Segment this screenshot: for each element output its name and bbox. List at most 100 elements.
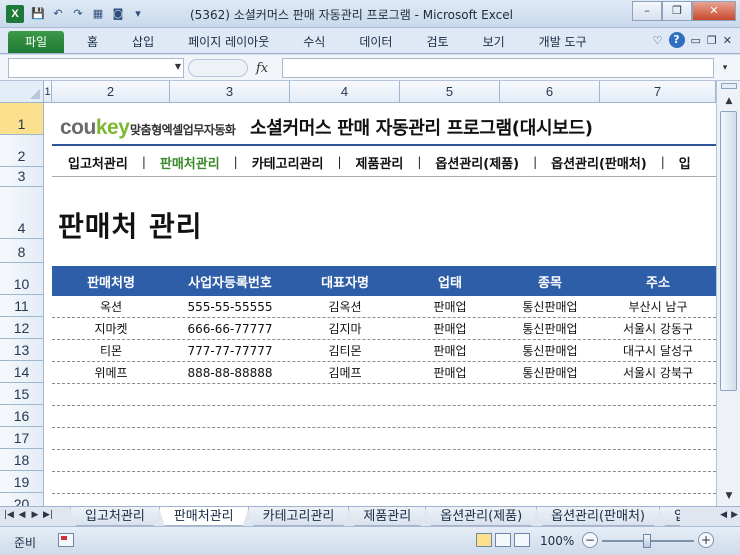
nav-link[interactable]: 입 (665, 153, 705, 172)
workbook-restore-icon[interactable]: ❐ (707, 34, 717, 47)
table-cell[interactable]: 옥션 (52, 296, 170, 317)
ribbon-tab[interactable]: 홈 (70, 33, 115, 51)
split-handle[interactable] (721, 83, 737, 89)
formula-input[interactable] (282, 58, 714, 78)
row-header[interactable]: 14 (0, 361, 44, 383)
table-cell[interactable] (400, 406, 500, 427)
row-header[interactable]: 15 (0, 383, 44, 405)
table-cell[interactable] (400, 384, 500, 405)
ribbon-tab[interactable]: 수식 (286, 33, 342, 51)
table-cell[interactable] (52, 472, 170, 493)
column-header[interactable]: 1 (44, 81, 52, 103)
nav-link[interactable]: 판매처관리 (146, 153, 234, 172)
table-cell[interactable]: 판매업 (400, 318, 500, 339)
close-button[interactable]: ✕ (692, 1, 736, 21)
excel-app-icon[interactable]: X (6, 5, 24, 23)
table-cell[interactable]: 서울시 강동구 (600, 318, 716, 339)
macro-record-icon[interactable] (58, 533, 74, 547)
workbook-minimize-icon[interactable]: ▭ (691, 34, 701, 47)
table-cell[interactable]: 판매업 (400, 362, 500, 383)
table-cell[interactable] (600, 406, 716, 427)
next-sheet-icon[interactable]: ▶ (30, 510, 40, 520)
table-cell[interactable] (290, 428, 400, 449)
table-cell[interactable] (400, 472, 500, 493)
help-icon[interactable]: ? (668, 32, 685, 48)
table-cell[interactable] (600, 384, 716, 405)
select-all-corner[interactable] (0, 81, 44, 103)
column-header[interactable]: 3 (170, 81, 290, 103)
collapse-ribbon-icon[interactable]: ♡ (653, 34, 663, 47)
nav-link[interactable]: 입고처관리 (52, 153, 142, 172)
sheet-tab[interactable]: 입 (659, 507, 680, 526)
row-header[interactable]: 1 (0, 103, 44, 135)
row-header[interactable]: 19 (0, 471, 44, 493)
table-cell[interactable]: 777-77-77777 (170, 340, 290, 361)
row-header[interactable]: 18 (0, 449, 44, 471)
worksheet-grid[interactable]: coukey 맞춤형엑셀업무자동화 소셜커머스 판매 자동관리 프로그램(대시보… (0, 81, 716, 506)
table-cell[interactable]: 통신판매업 (500, 340, 600, 361)
table-cell[interactable] (600, 450, 716, 471)
sheet-tab[interactable]: 카테고리관리 (248, 507, 350, 526)
row-header[interactable]: 20 (0, 493, 44, 506)
sheet-tab[interactable]: 옵션관리(판매처) (536, 507, 660, 526)
prev-sheet-icon[interactable]: ◀ (17, 510, 27, 520)
ribbon-tab[interactable]: 보기 (466, 33, 522, 51)
zoom-level[interactable]: 100% (540, 534, 574, 548)
column-header[interactable]: 2 (52, 81, 170, 103)
row-header[interactable]: 12 (0, 317, 44, 339)
sheet-tab[interactable]: 입고처관리 (70, 507, 160, 526)
table-cell[interactable]: 통신판매업 (500, 318, 600, 339)
table-cell[interactable]: 555-55-55555 (170, 296, 290, 317)
table-cell[interactable] (400, 428, 500, 449)
table-cell[interactable]: 위메프 (52, 362, 170, 383)
column-header[interactable]: 7 (600, 81, 716, 103)
table-cell[interactable] (600, 428, 716, 449)
row-header[interactable]: 10 (0, 263, 44, 295)
table-cell[interactable]: 통신판매업 (500, 362, 600, 383)
table-cell[interactable]: 대구시 달성구 (600, 340, 716, 361)
table-cell[interactable]: 888-88-88888 (170, 362, 290, 383)
table-cell[interactable] (290, 472, 400, 493)
zoom-slider-knob[interactable] (643, 534, 651, 548)
sheet-tab[interactable]: 판매처관리 (159, 507, 249, 526)
table-cell[interactable]: 김티몬 (290, 340, 400, 361)
table-cell[interactable]: 666-66-77777 (170, 318, 290, 339)
zoom-out-icon[interactable]: − (582, 532, 598, 548)
table-cell[interactable]: 부산시 남구 (600, 296, 716, 317)
nav-link[interactable]: 제품관리 (342, 153, 418, 172)
page-layout-view-icon[interactable] (495, 533, 511, 547)
name-box-dropdown-icon[interactable]: ▼ (175, 62, 181, 71)
table-cell[interactable] (500, 428, 600, 449)
scroll-right-icon[interactable]: ▶ (731, 510, 738, 520)
table-cell[interactable] (170, 406, 290, 427)
workbook-close-icon[interactable]: ✕ (723, 34, 732, 47)
table-cell[interactable]: 서울시 강북구 (600, 362, 716, 383)
page-break-view-icon[interactable] (514, 533, 530, 547)
table-cell[interactable]: 판매업 (400, 296, 500, 317)
save-icon[interactable]: 💾 (30, 6, 46, 22)
sheet-tab[interactable]: 옵션관리(제품) (425, 507, 537, 526)
expand-formula-bar-icon[interactable]: ▾ (718, 59, 732, 77)
table-cell[interactable] (500, 384, 600, 405)
table-cell[interactable]: 김지마 (290, 318, 400, 339)
table-cell[interactable]: 통신판매업 (500, 296, 600, 317)
table-cell[interactable] (500, 450, 600, 471)
table-cell[interactable] (500, 406, 600, 427)
insert-function-icon[interactable]: fx (256, 61, 268, 76)
row-header[interactable]: 11 (0, 295, 44, 317)
zoom-in-icon[interactable]: + (698, 532, 714, 548)
table-cell[interactable]: 판매업 (400, 340, 500, 361)
table-cell[interactable] (52, 406, 170, 427)
table-cell[interactable]: 지마켓 (52, 318, 170, 339)
row-header[interactable]: 17 (0, 427, 44, 449)
table-cell[interactable] (290, 384, 400, 405)
table-cell[interactable] (52, 428, 170, 449)
file-tab[interactable]: 파일 (8, 31, 64, 53)
name-box[interactable]: ▼ (8, 58, 184, 78)
nav-link[interactable]: 옵션관리(판매처) (537, 153, 661, 172)
table-cell[interactable]: 김메프 (290, 362, 400, 383)
table-cell[interactable]: 티몬 (52, 340, 170, 361)
vertical-scrollbar[interactable]: ▲ ▼ (716, 81, 740, 506)
first-sheet-icon[interactable]: |◀ (4, 510, 14, 520)
nav-link[interactable]: 옵션관리(제품) (421, 153, 533, 172)
